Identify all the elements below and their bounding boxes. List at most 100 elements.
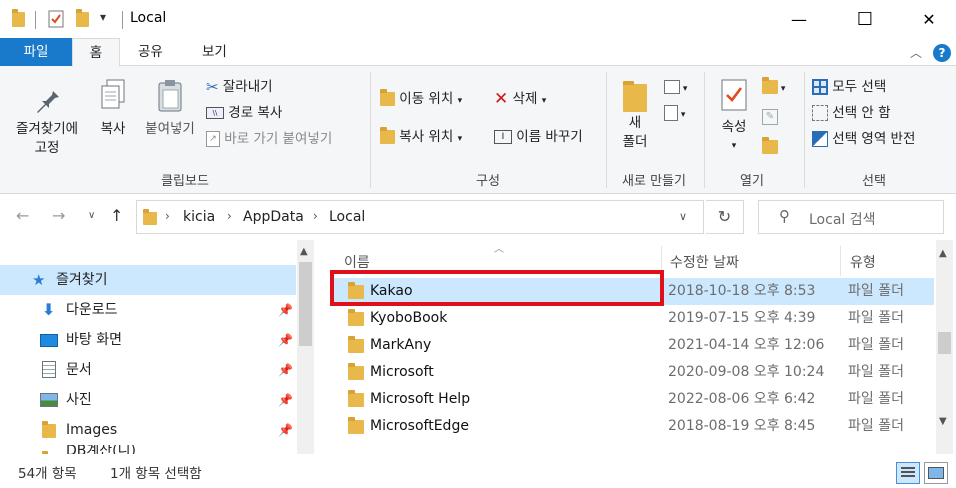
divider: [370, 72, 371, 188]
move-to-button[interactable]: 이동 위치 ▾: [380, 88, 462, 110]
new-item-button[interactable]: ▾: [664, 76, 687, 98]
file-row-microsoft-help[interactable]: Microsoft Help 2022-08-06 오후 6:42 파일 폴더: [330, 386, 934, 413]
pin-quick-access-button[interactable]: 즐겨찾기에 고정: [6, 84, 88, 158]
nav-pane-scrollbar[interactable]: ▲: [297, 240, 314, 454]
up-arrow-icon[interactable]: ↑: [110, 206, 123, 225]
chevron-right-icon[interactable]: ›: [227, 209, 232, 223]
address-folder-icon: [143, 209, 157, 225]
tab-file[interactable]: 파일: [0, 38, 72, 66]
address-dropdown-icon[interactable]: ∨: [679, 210, 687, 223]
scroll-up-icon[interactable]: ▲: [300, 246, 308, 257]
breadcrumb-local[interactable]: Local: [329, 209, 365, 225]
copy-to-button[interactable]: 복사 위치 ▾: [380, 126, 462, 148]
breadcrumb-kicia[interactable]: kicia: [183, 209, 215, 225]
select-all-button[interactable]: 모두 선택: [812, 76, 886, 98]
nav-item-desktop[interactable]: 바탕 화면 📌: [0, 325, 296, 355]
nav-item-images[interactable]: Images 📌: [0, 415, 296, 445]
scroll-up-icon[interactable]: ▲: [939, 248, 947, 259]
pin-icon[interactable]: 📌: [278, 415, 293, 445]
selected-count: 1개 항목 선택함: [110, 466, 202, 482]
new-folder-button[interactable]: 새 폴더: [612, 76, 658, 152]
minimize-button[interactable]: —: [776, 0, 822, 38]
scrollbar-thumb[interactable]: [299, 262, 312, 346]
properties-button[interactable]: 속성 ▾: [712, 78, 756, 156]
easy-access-button[interactable]: ▾: [664, 102, 685, 124]
recent-locations-chevron-icon[interactable]: ∨: [88, 210, 95, 221]
move-folder-icon: [380, 89, 395, 106]
close-button[interactable]: ✕: [906, 0, 952, 38]
pin-icon[interactable]: 📌: [278, 385, 293, 415]
rename-button[interactable]: I 이름 바꾸기: [494, 126, 583, 148]
history-button[interactable]: [762, 136, 778, 158]
column-header-date[interactable]: 수정한 날짜: [670, 252, 739, 272]
tab-share[interactable]: 공유: [122, 38, 179, 66]
nav-item-pictures[interactable]: 사진 📌: [0, 385, 296, 415]
customize-qa-dropdown[interactable]: ▾: [100, 10, 106, 30]
folder-icon: [348, 309, 364, 326]
breadcrumb-appdata[interactable]: AppData: [243, 209, 304, 225]
paste-icon: [158, 80, 182, 112]
copy-button[interactable]: 복사: [92, 78, 134, 139]
list-bottom-mask: [330, 440, 934, 456]
file-date: 2018-08-19 오후 8:45: [668, 418, 816, 434]
pin-label: 즐겨찾기에: [15, 121, 79, 137]
nav-item-downloads[interactable]: ⬇ 다운로드 📌: [0, 295, 296, 325]
edit-button[interactable]: ✎: [762, 106, 778, 128]
tab-view[interactable]: 보기: [186, 38, 243, 66]
copy-icon: [101, 79, 125, 109]
file-type: 파일 폴더: [848, 310, 904, 326]
delete-button[interactable]: ✕ 삭제 ▾: [494, 88, 546, 110]
pin-icon[interactable]: 📌: [278, 295, 293, 325]
select-all-label: 모두 선택: [832, 79, 887, 95]
help-icon[interactable]: ?: [933, 44, 951, 62]
pin-icon[interactable]: 📌: [278, 355, 293, 385]
maximize-button[interactable]: ☐: [842, 0, 888, 38]
file-row-markany[interactable]: MarkAny 2021-04-14 오후 12:06 파일 폴더: [330, 332, 934, 359]
file-row-kyobobook[interactable]: KyoboBook 2019-07-15 오후 4:39 파일 폴더: [330, 305, 934, 332]
folder-icon: [348, 336, 364, 353]
paste-label: 붙여넣기: [145, 121, 195, 137]
back-arrow-icon[interactable]: ←: [16, 206, 29, 225]
select-none-icon: [812, 105, 828, 121]
nav-item-documents[interactable]: 문서 📌: [0, 355, 296, 385]
new-folder-qa-icon[interactable]: [76, 9, 89, 32]
chevron-right-icon[interactable]: ›: [313, 209, 318, 223]
search-box[interactable]: ⚲ Local 검색: [758, 200, 944, 234]
details-view-button[interactable]: [896, 462, 920, 484]
navigation-pane: ★ 즐겨찾기 ⬇ 다운로드 📌 바탕 화면 📌 문서 📌 사진 📌 Images…: [0, 240, 316, 454]
file-type: 파일 폴더: [848, 364, 904, 380]
pin-icon[interactable]: 📌: [278, 325, 293, 355]
column-divider[interactable]: [840, 246, 841, 276]
copy-path-button[interactable]: \\ 경로 복사: [206, 102, 282, 124]
file-list-scrollbar[interactable]: ▲ ▼: [936, 240, 953, 454]
new-folder-label: 새: [628, 115, 642, 131]
open-button[interactable]: ▾: [762, 76, 785, 98]
nav-item-label: 사진: [66, 392, 92, 408]
large-icons-view-button[interactable]: [924, 462, 948, 484]
column-header-name[interactable]: 이름: [344, 252, 370, 272]
nav-item-db[interactable]: DB계산(니): [0, 445, 296, 454]
cut-button[interactable]: ✂ 잘라내기: [206, 76, 273, 98]
scroll-down-icon[interactable]: ▼: [939, 416, 947, 427]
forward-arrow-icon[interactable]: →: [52, 206, 65, 225]
paste-shortcut-button[interactable]: ↗ 바로 가기 붙여넣기: [206, 128, 332, 150]
file-row-microsoftedge[interactable]: MicrosoftEdge 2018-08-19 오후 8:45 파일 폴더: [330, 413, 934, 440]
invert-selection-button[interactable]: 선택 영역 반전: [812, 128, 915, 150]
large-icons-view-icon: [928, 467, 944, 479]
chevron-right-icon[interactable]: ›: [165, 209, 170, 223]
scrollbar-thumb[interactable]: [938, 332, 951, 354]
refresh-button[interactable]: ↻: [706, 200, 744, 234]
nav-item-quick-access[interactable]: ★ 즐겨찾기: [0, 265, 296, 295]
paste-button[interactable]: 붙여넣기: [138, 78, 202, 139]
properties-qa-icon[interactable]: [48, 10, 64, 30]
select-none-button[interactable]: 선택 안 함: [812, 102, 891, 124]
tab-home[interactable]: 홈: [72, 38, 120, 67]
folder-icon: [348, 417, 364, 434]
collapse-ribbon-icon[interactable]: ︿: [910, 44, 922, 61]
divider: [35, 11, 36, 29]
file-type: 파일 폴더: [848, 283, 904, 299]
column-header-type[interactable]: 유형: [850, 252, 876, 272]
address-bar[interactable]: › kicia › AppData › Local ∨: [136, 200, 704, 234]
properties-label: 속성: [721, 119, 747, 135]
file-row-microsoft[interactable]: Microsoft 2020-09-08 오후 10:24 파일 폴더: [330, 359, 934, 386]
